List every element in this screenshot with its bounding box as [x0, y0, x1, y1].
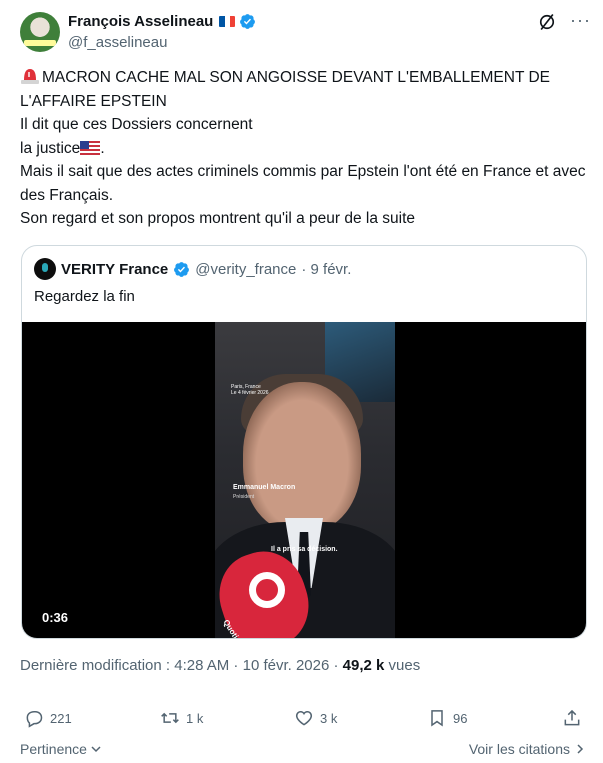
reply-count: 221	[50, 710, 72, 726]
view-quotes-link[interactable]: Voir les citations	[469, 741, 586, 757]
quoted-author-name: VERITY France	[61, 260, 169, 278]
bookmark-button[interactable]: 96	[427, 708, 467, 728]
sort-dropdown[interactable]: Pertinence	[20, 741, 102, 757]
share-button[interactable]	[562, 708, 582, 728]
tweet-header: François Asselineau @f_asselineau ···	[20, 11, 590, 56]
author-name-row: François Asselineau	[68, 13, 256, 30]
reply-icon	[26, 711, 43, 728]
tweet-line-5: Son regard et son propos montrent qu'il …	[20, 210, 416, 227]
like-count: 3 k	[320, 710, 338, 726]
grok-icon[interactable]	[537, 12, 557, 32]
like-button[interactable]: 3 k	[294, 708, 337, 728]
video-location: Paris, France Le 4 février 2026	[231, 384, 269, 396]
view-quotes-label: Voir les citations	[468, 741, 570, 757]
siren-emoji-icon	[21, 69, 39, 84]
quoted-tweet-text: Regardez la fin	[34, 288, 135, 305]
video-frame: Paris, France Le 4 février 2026 Emmanuel…	[215, 322, 395, 638]
more-options-icon[interactable]: ···	[570, 11, 590, 33]
reply-button[interactable]: 221	[24, 708, 72, 728]
tweet-line-3-end: .	[100, 139, 105, 157]
repost-icon	[161, 712, 179, 724]
repost-button[interactable]: 1 k	[160, 708, 203, 728]
author-handle[interactable]: @f_asselineau	[68, 34, 167, 51]
sort-label: Pertinence	[20, 741, 87, 757]
repost-count: 1 k	[186, 710, 204, 726]
verified-badge-icon	[240, 14, 256, 29]
chevron-down-icon	[91, 746, 101, 753]
views-label: vues	[384, 657, 421, 674]
bookmark-count: 96	[453, 710, 468, 726]
video-location-date: Le 4 février 2026	[231, 390, 269, 396]
share-icon	[564, 709, 580, 726]
video-player[interactable]: Paris, France Le 4 février 2026 Emmanuel…	[22, 322, 586, 638]
quoted-author-avatar	[34, 258, 56, 280]
action-bar: 221 1 k 3 k 96	[20, 708, 586, 730]
us-flag-emoji-icon	[80, 140, 101, 155]
france-flag-icon	[219, 16, 236, 27]
view-count: 49,2 k	[342, 657, 385, 674]
video-person-role: Président	[233, 494, 255, 500]
video-duration: 0:36	[42, 610, 69, 625]
tweet-line-2: Il dit que ces Dossiers concernent	[20, 116, 253, 133]
verified-badge-icon	[174, 261, 190, 277]
video-subtitle: Il a pris sa décision.	[271, 546, 338, 553]
tweet-line-1: MACRON CACHE MAL SON ANGOISSE DEVANT L'E…	[20, 69, 550, 110]
quoted-tweet-header: VERITY France @verity_france · 9 févr.	[34, 258, 351, 280]
bookmark-icon	[431, 710, 443, 727]
video-person-name: Emmanuel Macron	[233, 484, 296, 491]
tweet-meta: Dernière modification : 4:28 AM · 10 fév…	[20, 657, 420, 674]
author-name[interactable]: François Asselineau	[68, 13, 213, 30]
tweet-line-3: la justice	[20, 139, 81, 157]
author-avatar[interactable]	[20, 12, 60, 52]
quoted-tweet-date: · 9 févr.	[301, 260, 352, 278]
timestamp[interactable]: Dernière modification : 4:28 AM · 10 fév…	[20, 657, 343, 674]
tweet-line-4: Mais il sait que des actes criminels com…	[20, 163, 586, 204]
chevron-right-icon	[577, 744, 584, 754]
heart-icon	[295, 710, 313, 726]
quoted-author-handle: @verity_france	[195, 260, 297, 278]
tweet-text: MACRON CACHE MAL SON ANGOISSE DEVANT L'E…	[20, 66, 586, 231]
quoted-tweet[interactable]: VERITY France @verity_france · 9 févr. R…	[21, 245, 587, 639]
